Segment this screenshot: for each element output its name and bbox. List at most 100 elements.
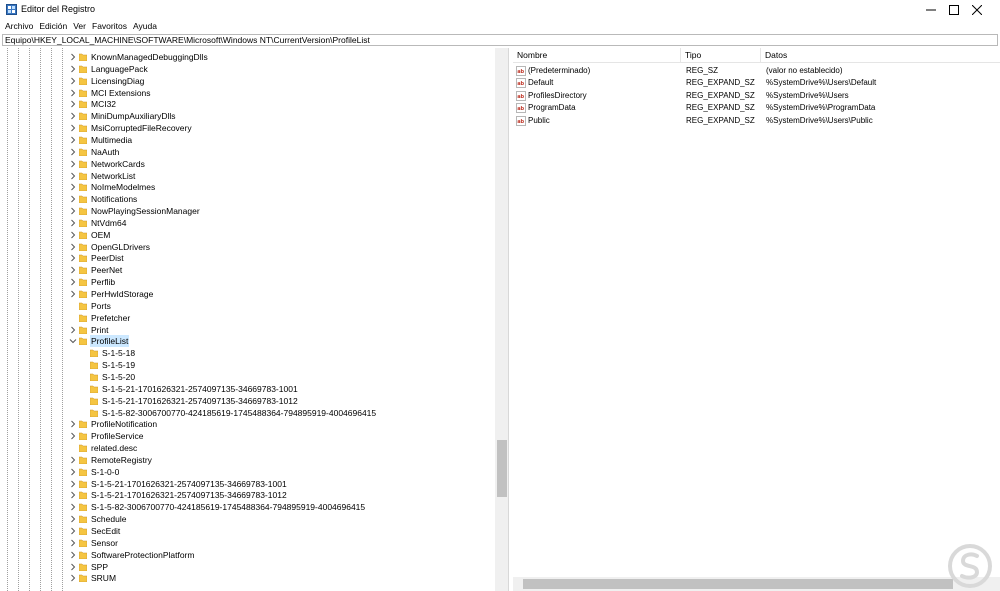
tree-item[interactable]: Multimedia: [0, 134, 495, 146]
chevron-right-icon[interactable]: [69, 491, 77, 499]
tree-item[interactable]: S-1-0-0: [0, 466, 495, 478]
tree-item[interactable]: Sensor: [0, 537, 495, 549]
chevron-right-icon[interactable]: [69, 254, 77, 262]
chevron-right-icon[interactable]: [69, 515, 77, 523]
chevron-right-icon[interactable]: [69, 136, 77, 144]
tree-item[interactable]: RemoteRegistry: [0, 454, 495, 466]
tree-item[interactable]: LanguagePack: [0, 63, 495, 75]
tree-item[interactable]: SRUM: [0, 572, 495, 584]
chevron-right-icon[interactable]: [69, 551, 77, 559]
tree-item[interactable]: S-1-5-21-1701626321-2574097135-34669783-…: [0, 395, 495, 407]
chevron-right-icon[interactable]: [69, 266, 77, 274]
chevron-right-icon[interactable]: [69, 219, 77, 227]
chevron-right-icon[interactable]: [69, 420, 77, 428]
list-scroll-thumb[interactable]: [523, 579, 953, 589]
address-bar[interactable]: Equipo\HKEY_LOCAL_MACHINE\SOFTWARE\Micro…: [2, 34, 998, 46]
chevron-right-icon[interactable]: [69, 148, 77, 156]
tree-item[interactable]: PeerDist: [0, 252, 495, 264]
close-button[interactable]: [954, 0, 1000, 20]
tree-item[interactable]: Prefetcher: [0, 312, 495, 324]
tree-item[interactable]: Notifications: [0, 193, 495, 205]
menu-ver[interactable]: Ver: [70, 20, 89, 34]
chevron-right-icon[interactable]: [69, 195, 77, 203]
tree-item[interactable]: PeerNet: [0, 264, 495, 276]
column-header-datos[interactable]: Datos: [761, 48, 1000, 63]
chevron-right-icon[interactable]: [69, 480, 77, 488]
chevron-right-icon[interactable]: [69, 456, 77, 464]
chevron-right-icon[interactable]: [69, 468, 77, 476]
tree-item[interactable]: related.desc: [0, 442, 495, 454]
list-row[interactable]: ab ProgramData REG_EXPAND_SZ %SystemDrive%\…: [513, 102, 1000, 114]
tree-item[interactable]: Perflib: [0, 276, 495, 288]
tree-item[interactable]: ProfileService: [0, 430, 495, 442]
tree-item[interactable]: S-1-5-20: [0, 371, 495, 383]
tree-item[interactable]: MsiCorruptedFileRecovery: [0, 122, 495, 134]
list-row[interactable]: ab ProfilesDirectory REG_EXPAND_SZ %SystemD…: [513, 90, 1000, 102]
tree-item[interactable]: S-1-5-21-1701626321-2574097135-34669783-…: [0, 383, 495, 395]
tree-item[interactable]: Ports: [0, 300, 495, 312]
chevron-right-icon[interactable]: [69, 160, 77, 168]
chevron-right-icon[interactable]: [69, 112, 77, 120]
tree-item[interactable]: S-1-5-82-3006700770-424185619-1745488364…: [0, 501, 495, 513]
tree-item[interactable]: KnownManagedDebuggingDlls: [0, 51, 495, 63]
list-row[interactable]: ab Default REG_EXPAND_SZ %SystemDrive%\User…: [513, 77, 1000, 89]
chevron-right-icon[interactable]: [69, 172, 77, 180]
chevron-right-icon[interactable]: [69, 278, 77, 286]
chevron-down-icon[interactable]: [69, 337, 77, 345]
tree-item[interactable]: S-1-5-21-1701626321-2574097135-34669783-…: [0, 478, 495, 490]
chevron-right-icon[interactable]: [69, 574, 77, 582]
chevron-right-icon[interactable]: [69, 231, 77, 239]
tree-item[interactable]: MCI32: [0, 98, 495, 110]
chevron-right-icon[interactable]: [69, 503, 77, 511]
chevron-right-icon[interactable]: [69, 89, 77, 97]
tree-item[interactable]: SPP: [0, 561, 495, 573]
chevron-right-icon[interactable]: [69, 539, 77, 547]
tree-item[interactable]: S-1-5-21-1701626321-2574097135-34669783-…: [0, 489, 495, 501]
tree-item[interactable]: OpenGLDrivers: [0, 241, 495, 253]
tree-item[interactable]: SecEdit: [0, 525, 495, 537]
tree-item[interactable]: OEM: [0, 229, 495, 241]
list-row[interactable]: ab Public REG_EXPAND_SZ %SystemDrive%\Users…: [513, 115, 1000, 127]
tree-item[interactable]: MiniDumpAuxiliaryDlls: [0, 110, 495, 122]
chevron-right-icon[interactable]: [69, 563, 77, 571]
chevron-right-icon[interactable]: [69, 527, 77, 535]
chevron-right-icon[interactable]: [69, 53, 77, 61]
tree-item[interactable]: NowPlayingSessionManager: [0, 205, 495, 217]
tree-item[interactable]: S-1-5-18: [0, 347, 495, 359]
tree-item[interactable]: NetworkCards: [0, 158, 495, 170]
tree-item[interactable]: SoftwareProtectionPlatform: [0, 549, 495, 561]
chevron-right-icon[interactable]: [69, 290, 77, 298]
column-header-nombre[interactable]: Nombre: [513, 48, 681, 63]
tree-item[interactable]: NtVdm64: [0, 217, 495, 229]
tree-item[interactable]: ProfileList: [0, 335, 495, 348]
chevron-right-icon[interactable]: [69, 124, 77, 132]
list-horizontal-scrollbar[interactable]: [513, 577, 1000, 591]
tree-vertical-scrollbar[interactable]: [495, 48, 508, 591]
list-row[interactable]: ab (Predeterminado) REG_SZ (valor no establ…: [513, 65, 1000, 77]
tree-item[interactable]: NetworkList: [0, 170, 495, 182]
chevron-right-icon[interactable]: [69, 77, 77, 85]
menu-archivo[interactable]: Archivo: [2, 20, 36, 34]
tree-item[interactable]: Schedule: [0, 513, 495, 525]
chevron-right-icon[interactable]: [69, 243, 77, 251]
column-header-tipo[interactable]: Tipo: [681, 48, 761, 63]
tree-item[interactable]: PerHwIdStorage: [0, 288, 495, 300]
chevron-right-icon[interactable]: [69, 326, 77, 334]
menu-edicion[interactable]: Edición: [36, 20, 70, 34]
chevron-right-icon[interactable]: [69, 65, 77, 73]
tree-scroll-thumb[interactable]: [497, 440, 507, 497]
tree-item[interactable]: NoImeModelmes: [0, 181, 495, 193]
chevron-right-icon[interactable]: [69, 100, 77, 108]
chevron-right-icon[interactable]: [69, 183, 77, 191]
tree-item[interactable]: S-1-5-82-3006700770-424185619-1745488364…: [0, 407, 495, 419]
chevron-right-icon[interactable]: [69, 432, 77, 440]
menu-ayuda[interactable]: Ayuda: [130, 20, 160, 34]
tree-item[interactable]: LicensingDiag: [0, 75, 495, 87]
tree-item[interactable]: NaAuth: [0, 146, 495, 158]
chevron-right-icon[interactable]: [69, 207, 77, 215]
menu-favoritos[interactable]: Favoritos: [89, 20, 130, 34]
tree-item[interactable]: MCI Extensions: [0, 87, 495, 99]
tree-item[interactable]: S-1-5-19: [0, 359, 495, 371]
tree-item[interactable]: Print: [0, 324, 495, 336]
tree-item[interactable]: ProfileNotification: [0, 418, 495, 430]
